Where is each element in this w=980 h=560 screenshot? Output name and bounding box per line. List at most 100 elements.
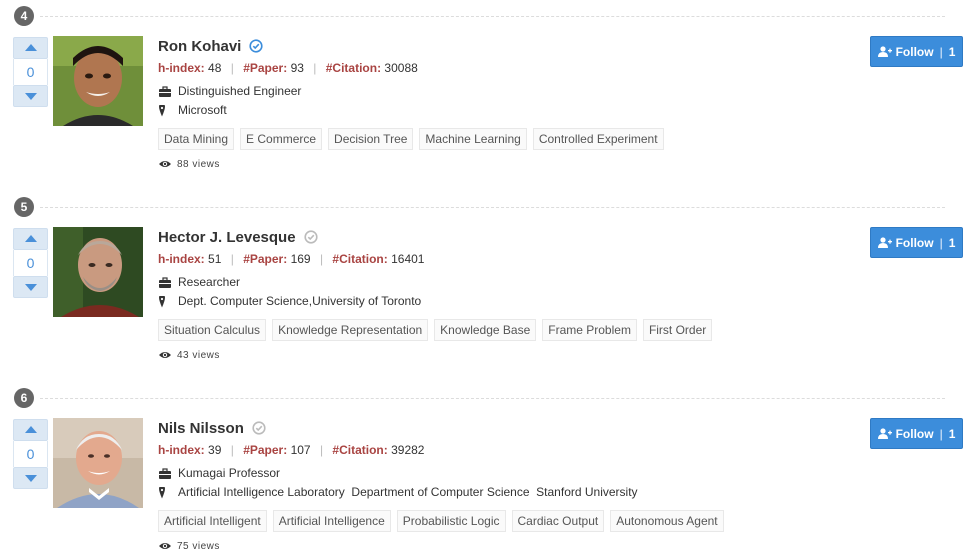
vote-count: 0 [13, 59, 48, 85]
rank-row: 4 [0, 2, 945, 26]
follow-count: 1 [948, 44, 956, 59]
interest-tag[interactable]: Machine Learning [419, 128, 527, 150]
interest-tag[interactable]: Frame Problem [542, 319, 637, 341]
avatar[interactable] [53, 36, 143, 126]
stats-row: h-index: 51 | #Paper: 169 | #Citation: 1… [158, 251, 858, 268]
avatar[interactable] [53, 418, 143, 508]
paper-value: 107 [290, 443, 311, 457]
eye-icon [159, 543, 171, 549]
hindex-value: 39 [208, 443, 222, 457]
briefcase-icon [159, 85, 171, 97]
vote-count: 0 [13, 250, 48, 276]
follow-button[interactable]: Follow | 1 [870, 418, 963, 449]
upvote-button[interactable] [13, 37, 48, 59]
expert-info: Nils Nilsson h-index: 39 | #Paper: 107 |… [158, 418, 858, 554]
expert-card: 4 0 Ron Kohavi h-index: 48 | #Paper: 93 [0, 2, 980, 193]
user-plus-icon [877, 46, 892, 57]
follow-button[interactable]: Follow | 1 [870, 36, 963, 67]
views-text: 43 views [177, 349, 220, 361]
position-text: Researcher [178, 275, 241, 289]
position-text: Kumagai Professor [178, 466, 281, 480]
position-line: Distinguished Engineer [158, 82, 858, 101]
follow-count: 1 [948, 235, 956, 250]
paper-value: 169 [290, 252, 311, 266]
affiliation-text: Dept. Computer Science,University of Tor… [178, 294, 422, 308]
affiliation-text: Microsoft [178, 103, 227, 117]
tag-list: Situation Calculus Knowledge Representat… [158, 319, 858, 341]
views-count: 75 views [158, 538, 858, 554]
hindex-label: h-index: [158, 252, 205, 266]
interest-tag[interactable]: Decision Tree [328, 128, 414, 150]
follow-label: Follow [895, 426, 934, 441]
paper-label: #Paper: [243, 252, 288, 266]
upvote-button[interactable] [13, 419, 48, 441]
interest-tag[interactable]: Knowledge Representation [272, 319, 429, 341]
triangle-down-icon [25, 284, 37, 291]
triangle-down-icon [25, 93, 37, 100]
avatar[interactable] [53, 227, 143, 317]
interest-tag[interactable]: Knowledge Base [434, 319, 537, 341]
stat-separator: | [319, 252, 324, 266]
follow-button[interactable]: Follow | 1 [870, 227, 963, 258]
views-text: 88 views [177, 158, 220, 170]
tag-list: Data Mining E Commerce Decision Tree Mac… [158, 128, 858, 150]
vote-widget: 0 [13, 37, 48, 107]
interest-tag[interactable]: Data Mining [158, 128, 235, 150]
affiliation-line: Artificial Intelligence Laboratory Depar… [158, 483, 858, 502]
affiliation-text: Artificial Intelligence Laboratory Depar… [178, 485, 638, 499]
rank-row: 6 [0, 384, 945, 408]
divider [40, 207, 945, 208]
interest-tag[interactable]: Situation Calculus [158, 319, 267, 341]
affiliation-line: Dept. Computer Science,University of Tor… [158, 292, 858, 311]
rank-badge: 5 [14, 197, 34, 217]
interest-tag[interactable]: Artificial Intelligence [272, 510, 391, 532]
views-count: 43 views [158, 347, 858, 363]
rank-badge: 4 [14, 6, 34, 26]
interest-tag[interactable]: Autonomous Agent [610, 510, 724, 532]
expert-name[interactable]: Nils Nilsson [158, 420, 244, 437]
briefcase-icon [159, 467, 171, 479]
vote-widget: 0 [13, 228, 48, 298]
check-circle-icon [303, 230, 318, 244]
expert-name[interactable]: Hector J. Levesque [158, 229, 296, 246]
paper-label: #Paper: [243, 443, 288, 457]
interest-tag[interactable]: Artificial Intelligent [158, 510, 267, 532]
interest-tag[interactable]: Controlled Experiment [532, 128, 664, 150]
vote-count: 0 [13, 441, 48, 467]
stats-row: h-index: 39 | #Paper: 107 | #Citation: 3… [158, 442, 858, 459]
triangle-up-icon [25, 426, 37, 433]
citation-value: 30088 [384, 61, 418, 75]
downvote-button[interactable] [13, 467, 48, 489]
stat-separator: | [230, 443, 234, 457]
interest-tag[interactable]: Cardiac Output [511, 510, 605, 532]
position-line: Kumagai Professor [158, 464, 858, 483]
affiliation-line: Microsoft [158, 101, 858, 120]
user-plus-icon [877, 428, 892, 439]
interest-tag[interactable]: E Commerce [240, 128, 323, 150]
divider [40, 398, 945, 399]
eye-icon [159, 352, 171, 358]
upvote-button[interactable] [13, 228, 48, 250]
divider [40, 16, 945, 17]
tag-list: Artificial Intelligent Artificial Intell… [158, 510, 858, 532]
interest-tag[interactable]: First Order [642, 319, 713, 341]
position-text: Distinguished Engineer [178, 84, 302, 98]
triangle-down-icon [25, 475, 37, 482]
downvote-button[interactable] [13, 85, 48, 107]
user-plus-icon [877, 237, 892, 248]
downvote-button[interactable] [13, 276, 48, 298]
stats-row: h-index: 48 | #Paper: 93 | #Citation: 30… [158, 60, 858, 77]
citation-value: 16401 [391, 252, 425, 266]
stat-separator: | [319, 443, 324, 457]
briefcase-icon [159, 276, 171, 288]
map-marker-icon [159, 104, 165, 116]
triangle-up-icon [25, 235, 37, 242]
paper-label: #Paper: [243, 61, 288, 75]
views-count: 88 views [158, 156, 858, 172]
views-text: 75 views [177, 540, 220, 552]
rank-row: 5 [0, 193, 945, 217]
rank-badge: 6 [14, 388, 34, 408]
interest-tag[interactable]: Probabilistic Logic [396, 510, 506, 532]
expert-name[interactable]: Ron Kohavi [158, 38, 241, 55]
expert-card: 5 0 Hector J. Levesque h-index: 51 | #Pa… [0, 193, 980, 384]
